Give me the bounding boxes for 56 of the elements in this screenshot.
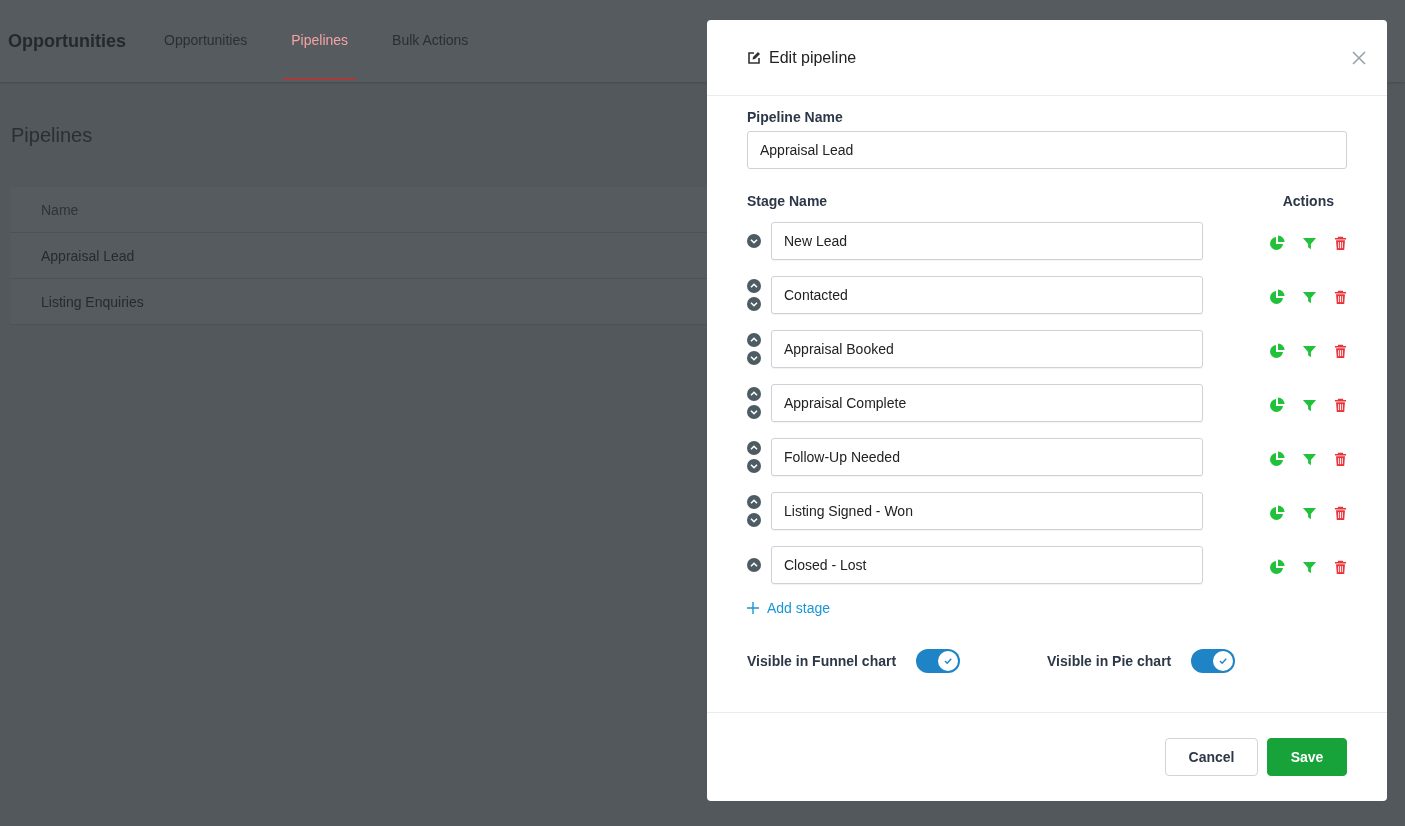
cancel-button[interactable]: Cancel [1165,738,1258,776]
funnel-icon[interactable] [1302,559,1317,575]
pie-chart-icon[interactable] [1269,235,1285,251]
funnel-icon[interactable] [1302,235,1317,251]
stage-name-field[interactable]: Closed - Lost [771,546,1203,584]
move-up-icon[interactable] [747,333,761,347]
stage-name-field[interactable]: Appraisal Booked [771,330,1203,368]
pie-chart-icon[interactable] [1269,505,1285,521]
funnel-icon[interactable] [1302,397,1317,413]
move-up-icon[interactable] [747,495,761,509]
trash-icon[interactable] [1334,397,1347,413]
nav-tab[interactable]: Pipelines [283,0,357,80]
funnel-icon[interactable] [1302,505,1317,521]
funnel-icon[interactable] [1302,451,1317,467]
close-icon[interactable] [1351,49,1367,66]
pipeline-name-field[interactable]: Appraisal Lead [747,131,1347,169]
pie-chart-icon[interactable] [1269,343,1285,359]
trash-icon[interactable] [1334,505,1347,521]
move-up-icon[interactable] [747,279,761,293]
edit-icon [747,50,761,65]
check-icon [1218,656,1229,666]
column-label: Stage Name [747,193,828,209]
move-up-icon[interactable] [747,441,761,455]
move-down-icon[interactable] [747,234,761,248]
stage-name-field[interactable]: Listing Signed - Won [771,492,1203,530]
toggle-switch[interactable] [916,649,961,673]
stage-name-field[interactable]: Appraisal Complete [771,384,1203,422]
toggle-label: Visible in Pie chart [1047,653,1172,669]
trash-icon[interactable] [1334,451,1347,467]
move-up-icon[interactable] [747,558,761,572]
move-down-icon[interactable] [747,459,761,473]
pie-chart-icon[interactable] [1269,397,1285,413]
pie-chart-icon[interactable] [1269,289,1285,305]
toggle-label: Visible in Funnel chart [747,653,897,669]
trash-icon[interactable] [1334,559,1347,575]
dialog-title: Edit pipeline [769,48,858,67]
check-icon [943,656,954,666]
field-label: Pipeline Name [747,109,844,125]
toggle-switch[interactable] [1191,649,1236,673]
move-up-icon[interactable] [747,387,761,401]
move-down-icon[interactable] [747,297,761,311]
column-label: Actions [1282,193,1334,209]
trash-icon[interactable] [1334,343,1347,359]
trash-icon[interactable] [1334,289,1347,305]
funnel-icon[interactable] [1302,343,1317,359]
pie-chart-icon[interactable] [1269,559,1285,575]
move-down-icon[interactable] [747,513,761,527]
stage-name-field[interactable]: Follow-Up Needed [771,438,1203,476]
stage-name-field[interactable]: Contacted [771,276,1203,314]
pie-chart-icon[interactable] [1269,451,1285,467]
move-down-icon[interactable] [747,405,761,419]
plus-icon [747,602,759,614]
move-down-icon[interactable] [747,351,761,365]
trash-icon[interactable] [1334,235,1347,251]
stage-name-field[interactable]: New Lead [771,222,1203,260]
funnel-icon[interactable] [1302,289,1317,305]
